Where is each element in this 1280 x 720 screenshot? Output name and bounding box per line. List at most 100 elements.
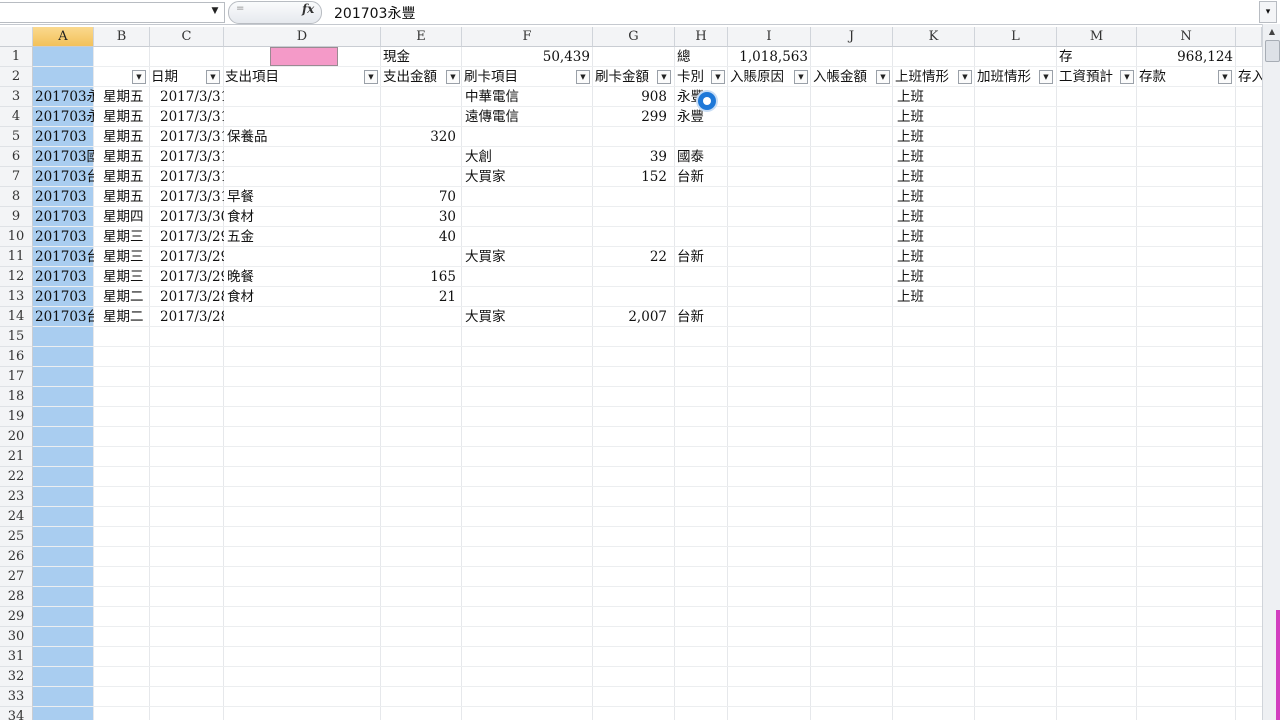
cell-g-row5[interactable] (593, 127, 667, 147)
cell-k-row7[interactable]: 上班 (897, 167, 973, 187)
filter-button-e[interactable]: ▼ (446, 70, 460, 84)
cell-h-row12[interactable] (677, 267, 725, 287)
cell-g-row13[interactable] (593, 287, 667, 307)
cell-e-row11[interactable] (381, 247, 456, 267)
row-header-18[interactable]: 18 (0, 387, 33, 407)
cell-h-row4[interactable]: 永豐 (677, 107, 725, 127)
cell-g-row9[interactable] (593, 207, 667, 227)
header-work-status[interactable]: 上班情形 (895, 67, 957, 87)
cell-b-row11[interactable]: 星期三 (103, 247, 151, 267)
cell-b-row13[interactable]: 星期二 (103, 287, 151, 307)
row-header-3[interactable]: 3 (0, 87, 33, 107)
cell-e-row14[interactable] (381, 307, 456, 327)
cell-d-row9[interactable]: 食材 (227, 207, 377, 227)
cell-a-row4[interactable]: 201703永豐 (35, 107, 94, 127)
header-expense-item[interactable]: 支出項目 (225, 67, 365, 87)
column-header-f[interactable]: F (462, 27, 593, 47)
column-header-a[interactable]: A (33, 27, 94, 47)
cell-h-row7[interactable]: 台新 (677, 167, 725, 187)
cell-e-row7[interactable] (381, 167, 456, 187)
cell-e-row12[interactable]: 165 (381, 267, 456, 287)
row-header-33[interactable]: 33 (0, 687, 33, 707)
cell-f-row8[interactable] (465, 187, 590, 207)
cell-d-row10[interactable]: 五金 (227, 227, 377, 247)
row-header-15[interactable]: 15 (0, 327, 33, 347)
cell-d-row4[interactable] (227, 107, 377, 127)
row-header-19[interactable]: 19 (0, 407, 33, 427)
column-header-m[interactable]: M (1057, 27, 1137, 47)
cell-d-row7[interactable] (227, 167, 377, 187)
cell-k-row8[interactable]: 上班 (897, 187, 973, 207)
cell-e-row10[interactable]: 40 (381, 227, 456, 247)
cell-b-row3[interactable]: 星期五 (103, 87, 151, 107)
cell-c-row3[interactable]: 2017/3/31 (160, 87, 224, 107)
cell-b-row9[interactable]: 星期四 (103, 207, 151, 227)
row-header-16[interactable]: 16 (0, 347, 33, 367)
column-header-e[interactable]: E (381, 27, 462, 47)
cell-k-row11[interactable]: 上班 (897, 247, 973, 267)
column-header-b[interactable]: B (94, 27, 150, 47)
name-box-dropdown-icon[interactable]: ▼ (208, 2, 222, 21)
cell-b-row14[interactable]: 星期二 (103, 307, 151, 327)
header-date[interactable]: 日期 (151, 67, 205, 87)
cell-a-row7[interactable]: 201703台新 (35, 167, 94, 187)
cell-c-row10[interactable]: 2017/3/29 (160, 227, 224, 247)
cell-e-row6[interactable] (381, 147, 456, 167)
cell-h-row5[interactable] (677, 127, 725, 147)
header-card-item[interactable]: 刷卡項目 (464, 67, 574, 87)
total-label[interactable]: 總 (677, 47, 717, 67)
cell-f-row4[interactable]: 遠傳電信 (465, 107, 590, 127)
cell-k-row3[interactable]: 上班 (897, 87, 973, 107)
cell-g-row12[interactable] (593, 267, 667, 287)
cell-d-row13[interactable]: 食材 (227, 287, 377, 307)
cell-d-row11[interactable] (227, 247, 377, 267)
row-header-31[interactable]: 31 (0, 647, 33, 667)
cell-a-row14[interactable]: 201703台新 (35, 307, 94, 327)
cell-c-row11[interactable]: 2017/3/29 (160, 247, 224, 267)
row-header-34[interactable]: 34 (0, 707, 33, 720)
column-header-n[interactable]: N (1137, 27, 1236, 47)
column-header-c[interactable]: C (150, 27, 224, 47)
name-box[interactable] (0, 2, 225, 23)
cell-d-row5[interactable]: 保養品 (227, 127, 377, 147)
header-card-type[interactable]: 卡別 (677, 67, 711, 87)
cell-h-row6[interactable]: 國泰 (677, 147, 725, 167)
row-header-28[interactable]: 28 (0, 587, 33, 607)
cell-b-row4[interactable]: 星期五 (103, 107, 151, 127)
row-header-13[interactable]: 13 (0, 287, 33, 307)
cell-g-row7[interactable]: 152 (593, 167, 667, 187)
row-header-30[interactable]: 30 (0, 627, 33, 647)
cell-c-row7[interactable]: 2017/3/31 (160, 167, 224, 187)
deposit-value[interactable]: 968,124 (1138, 47, 1233, 67)
cell-f-row5[interactable] (465, 127, 590, 147)
cell-c-row13[interactable]: 2017/3/28 (160, 287, 224, 307)
cell-e-row8[interactable]: 70 (381, 187, 456, 207)
cell-k-row13[interactable]: 上班 (897, 287, 973, 307)
filter-button-k[interactable]: ▼ (958, 70, 972, 84)
cell-a-row8[interactable]: 201703 (35, 187, 94, 207)
cell-h-row14[interactable]: 台新 (677, 307, 725, 327)
spreadsheet-grid[interactable]: ABCDEFGHIJKLMN 1 2 3 4 5 6 7 8 9 10 11 12 13 14 15 16 17… (0, 27, 1262, 720)
cell-f-row9[interactable] (465, 207, 590, 227)
cell-e-row13[interactable]: 21 (381, 287, 456, 307)
cell-e-row9[interactable]: 30 (381, 207, 456, 227)
row-header-20[interactable]: 20 (0, 427, 33, 447)
cell-a-row9[interactable]: 201703 (35, 207, 94, 227)
cash-value[interactable]: 50,439 (462, 47, 590, 67)
cell-k-row12[interactable]: 上班 (897, 267, 973, 287)
row-header-14[interactable]: 14 (0, 307, 33, 327)
row-header-26[interactable]: 26 (0, 547, 33, 567)
column-header-k[interactable]: K (893, 27, 975, 47)
filter-button-i[interactable]: ▼ (794, 70, 808, 84)
header-expense-amount[interactable]: 支出金額 (383, 67, 445, 87)
cell-b-row8[interactable]: 星期五 (103, 187, 151, 207)
header-savings[interactable]: 存款 (1139, 67, 1201, 87)
equals-icon[interactable]: = (236, 3, 244, 14)
cell-b-row5[interactable]: 星期五 (103, 127, 151, 147)
row-header-1[interactable]: 1 (0, 47, 33, 67)
cell-a-row6[interactable]: 201703國泰 (35, 147, 94, 167)
cell-h-row8[interactable] (677, 187, 725, 207)
header-wage-estimate[interactable]: 工資預計 (1059, 67, 1121, 87)
row-header-29[interactable]: 29 (0, 607, 33, 627)
row-header-32[interactable]: 32 (0, 667, 33, 687)
